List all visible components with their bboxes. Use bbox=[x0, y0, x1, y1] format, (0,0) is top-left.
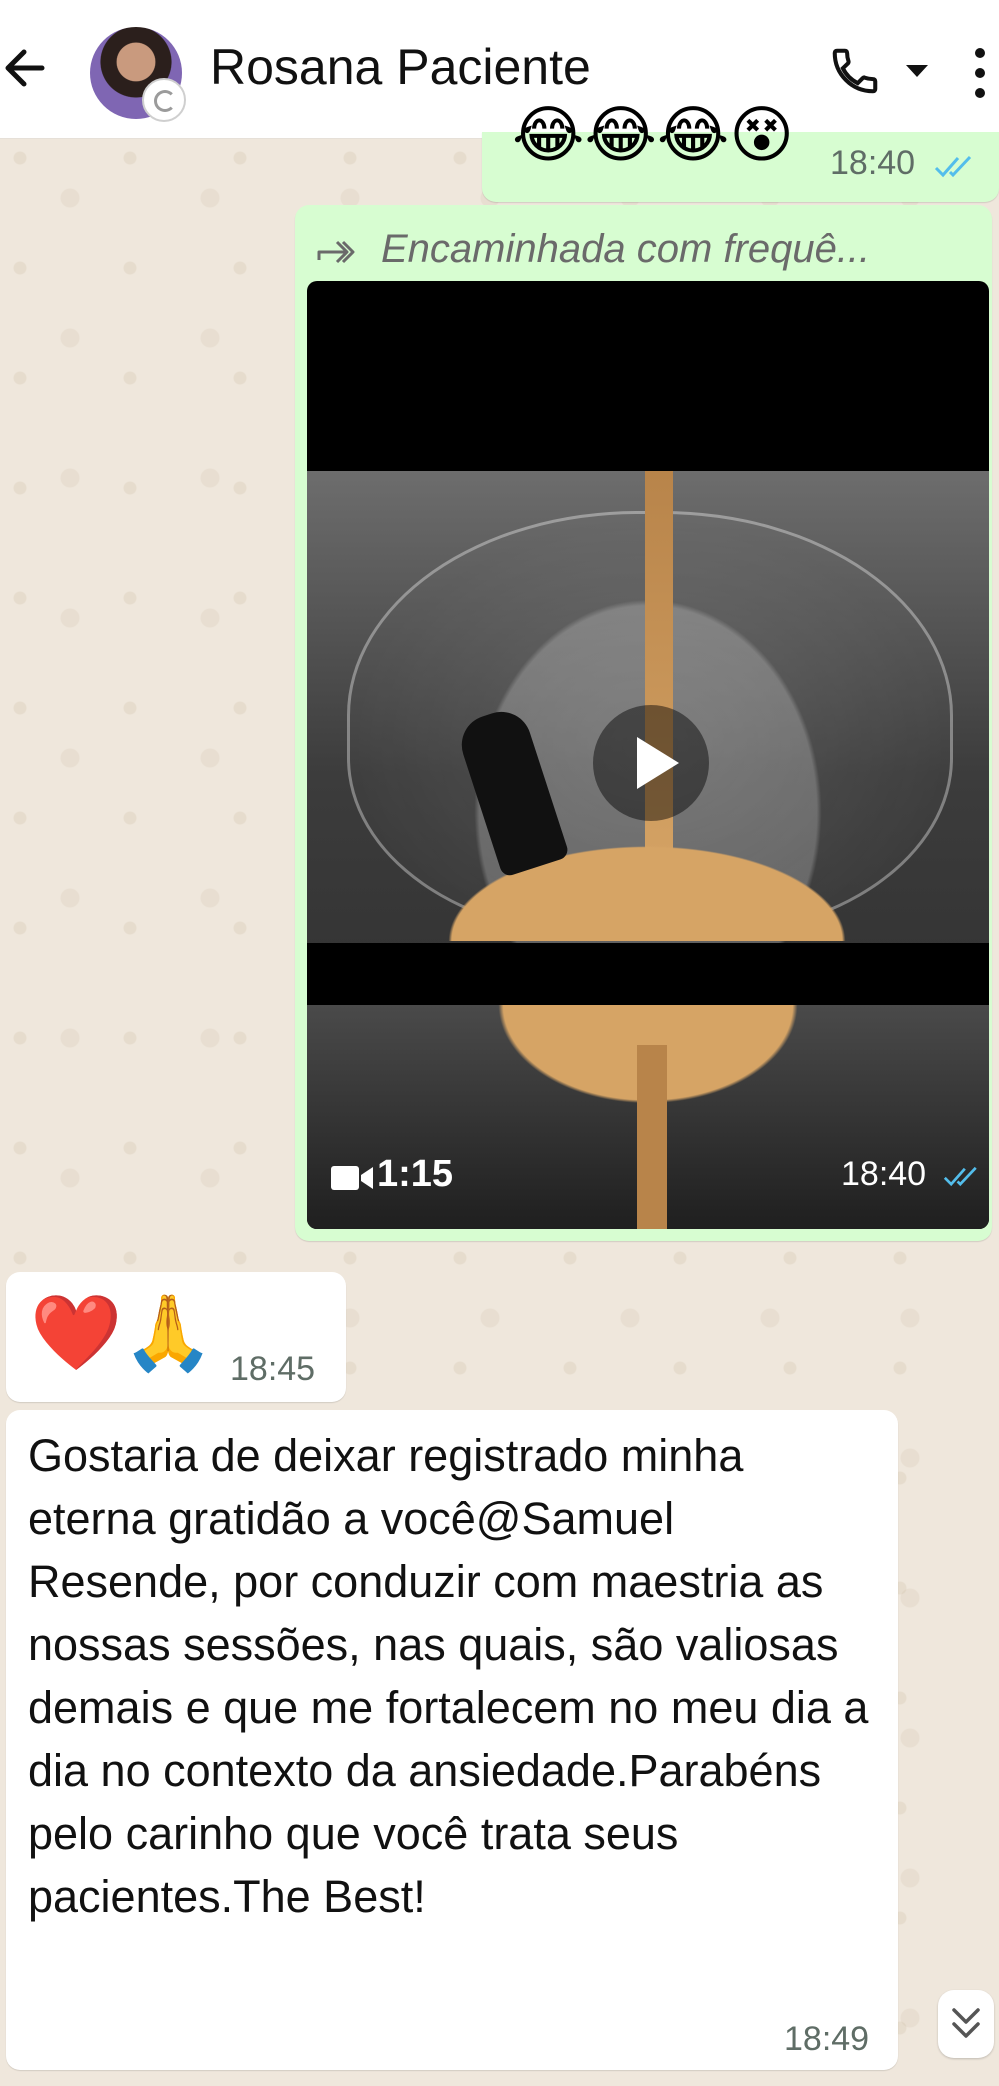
message-time: 18:40 bbox=[830, 144, 916, 182]
forward-icon bbox=[317, 240, 355, 264]
play-button[interactable] bbox=[593, 705, 709, 821]
message-time: 18:49 bbox=[784, 2020, 870, 2058]
status-icon bbox=[142, 78, 186, 122]
incoming-message[interactable]: Gostaria de deixar registrado minha eter… bbox=[6, 1410, 898, 2070]
contact-name[interactable]: Rosana Paciente bbox=[210, 38, 591, 96]
forwarded-text: Encaminhada com frequê... bbox=[381, 226, 871, 271]
video-thumbnail[interactable]: 1:15 18:40 bbox=[307, 281, 989, 1229]
video-duration: 1:15 bbox=[377, 1153, 454, 1195]
phone-icon[interactable] bbox=[828, 44, 882, 98]
scroll-down-button[interactable] bbox=[938, 1990, 994, 2058]
read-ticks-icon bbox=[934, 155, 972, 178]
message-emojis: 😂😂😂😵 bbox=[512, 98, 794, 171]
message-time: 18:40 bbox=[841, 1155, 927, 1193]
message-time: 18:45 bbox=[230, 1350, 316, 1388]
more-vertical-icon[interactable] bbox=[972, 46, 988, 100]
incoming-message[interactable]: ❤️🙏 18:45 bbox=[6, 1272, 346, 1402]
video-bar bbox=[307, 943, 989, 1005]
video-frame bbox=[307, 471, 989, 1229]
chevron-down-icon[interactable] bbox=[904, 62, 930, 80]
back-arrow-icon[interactable] bbox=[2, 38, 52, 98]
chat-header: Rosana Paciente bbox=[0, 0, 999, 139]
outgoing-video-message[interactable]: Encaminhada com frequê... 1:15 18:40 bbox=[295, 205, 992, 1241]
sand-pile bbox=[417, 831, 877, 941]
message-emojis: ❤️🙏 bbox=[30, 1290, 215, 1376]
chevron-double-down-icon bbox=[952, 2008, 980, 2038]
message-text: Gostaria de deixar registrado minha eter… bbox=[28, 1430, 869, 1922]
video-camera-icon bbox=[331, 1166, 373, 1190]
forwarded-label: Encaminhada com frequê... bbox=[315, 219, 995, 279]
read-ticks-icon bbox=[943, 1166, 977, 1187]
outgoing-message[interactable]: 😂😂😂😵 18:40 bbox=[482, 104, 999, 202]
